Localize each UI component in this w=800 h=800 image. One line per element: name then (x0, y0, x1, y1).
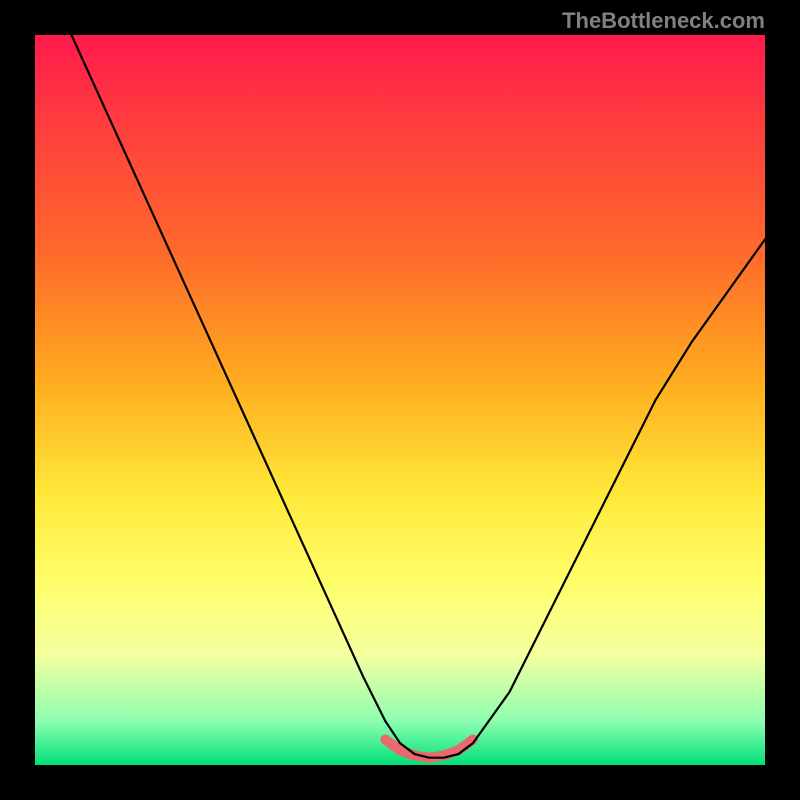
main-curve (72, 35, 766, 758)
watermark-text: TheBottleneck.com (562, 8, 765, 34)
curve-svg (35, 35, 765, 765)
plot-area (35, 35, 765, 765)
chart-frame: TheBottleneck.com (0, 0, 800, 800)
